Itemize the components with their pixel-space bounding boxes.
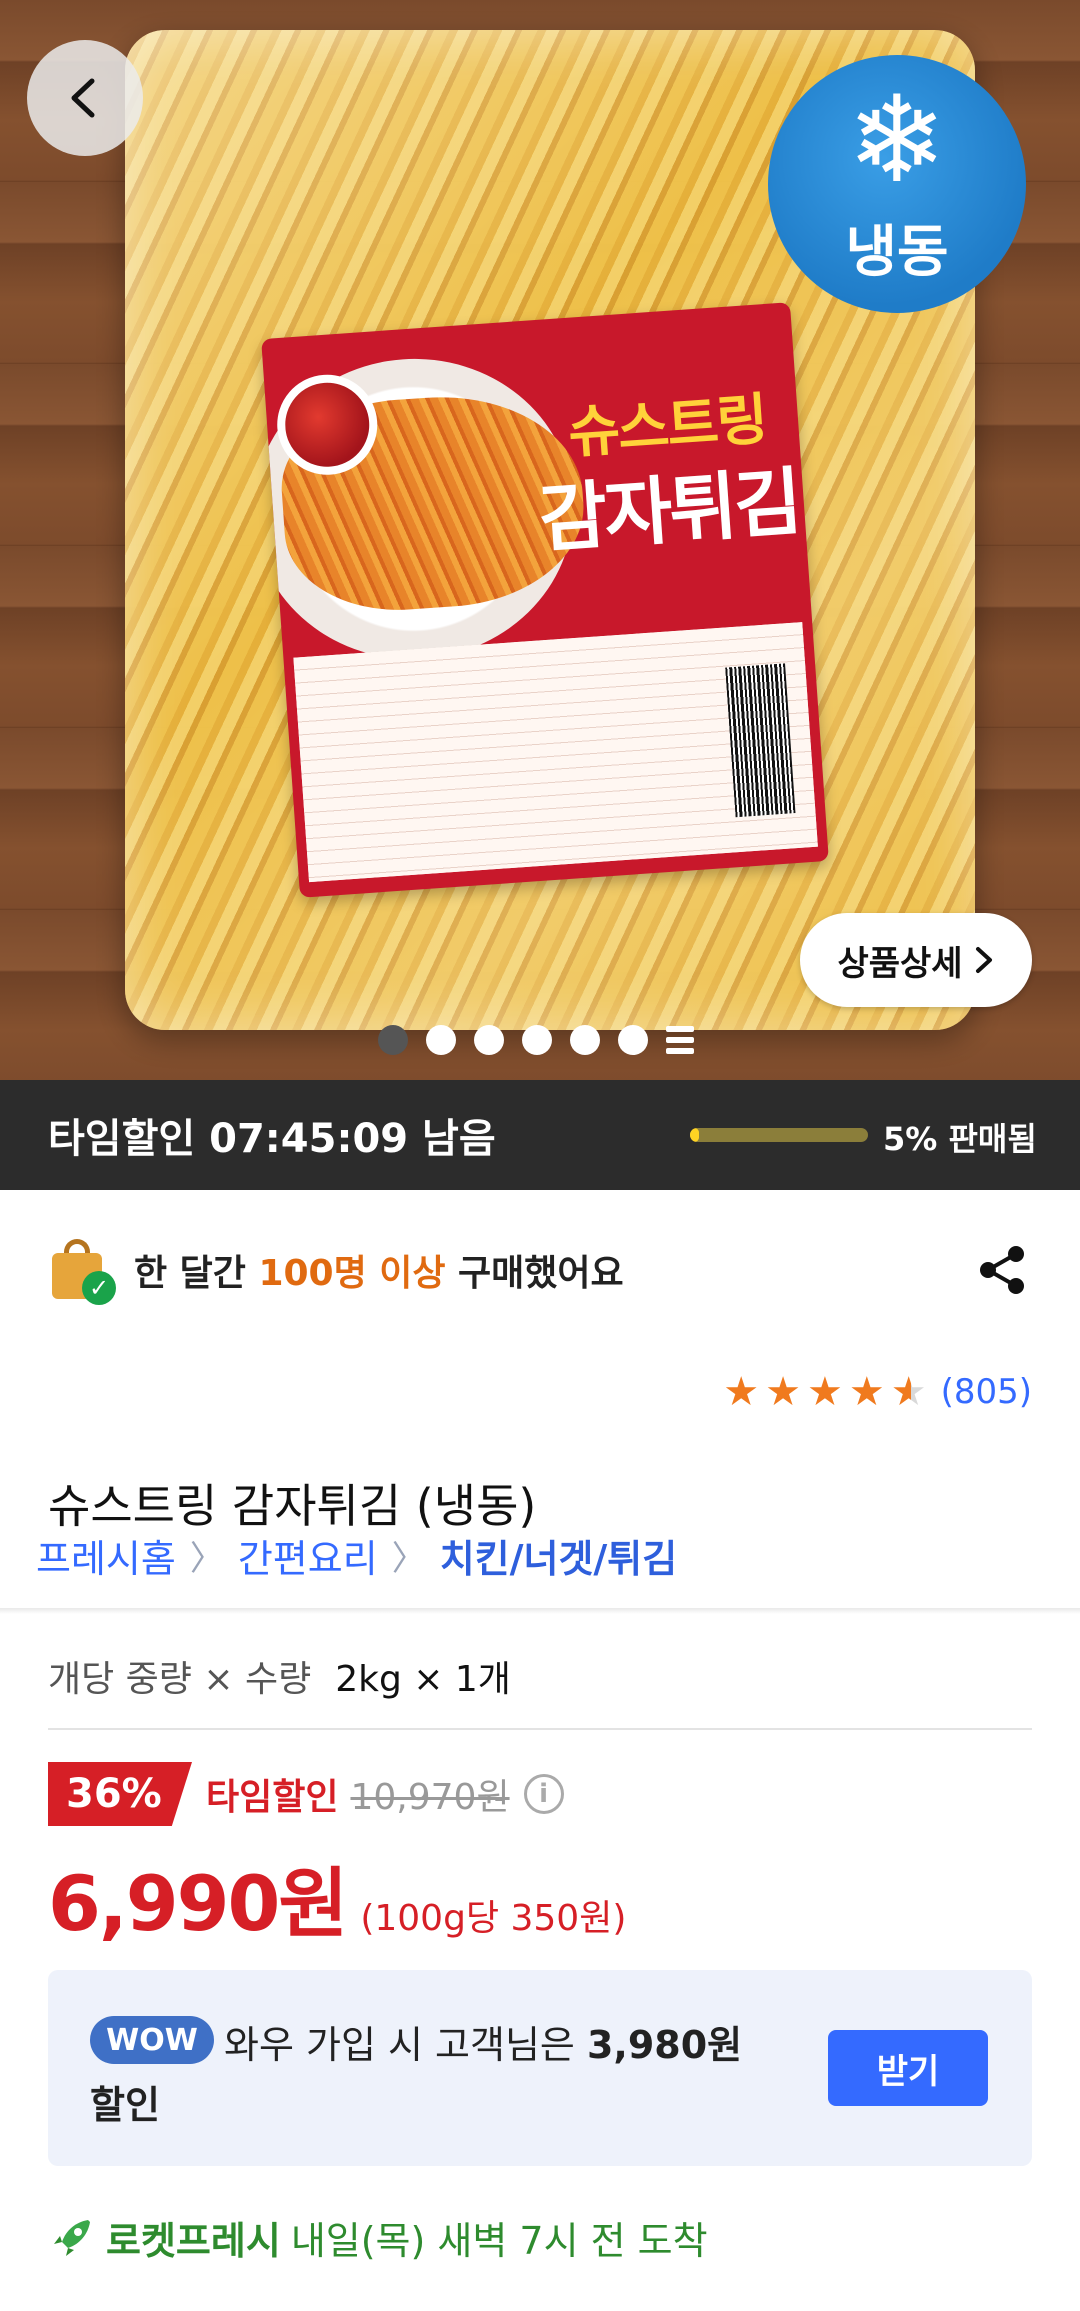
breadcrumb-item[interactable]: 간편요리 — [238, 1528, 378, 1583]
product-label: 슈스트링 감자튀김 — [261, 302, 829, 898]
wow-membership-banner: WOW 와우 가입 시 고객님은 3,980원 할인 받기 — [48, 1970, 1032, 2166]
purchase-count-text: 한 달간 100명 이상 구매했어요 — [134, 1253, 624, 1294]
review-count[interactable]: (805) — [941, 1372, 1032, 1412]
rocket-fresh-label: 로켓프레시 — [106, 2219, 281, 2263]
star-icon: ★ — [848, 1369, 885, 1415]
snowflake-icon: ❄ — [846, 70, 948, 210]
wow-receive-button[interactable]: 받기 — [828, 2030, 988, 2106]
star-icon: ★ — [806, 1369, 843, 1415]
star-icon: ★ — [765, 1369, 801, 1415]
sold-progress-bar — [690, 1128, 868, 1142]
sale-price: 6,990원 — [48, 1859, 348, 1948]
sold-percentage: 5% 판매됨 — [883, 1120, 1037, 1158]
discount-row: 36% 타임할인 10,970원 i — [48, 1762, 564, 1826]
label-title-2: 감자튀김 — [536, 459, 803, 564]
product-detail-button[interactable]: 상품상세 — [800, 913, 1032, 1007]
wow-discount-text: 와우 가입 시 고객님은 3,980원 — [224, 2023, 743, 2067]
option-value: 2kg × 1개 — [335, 1659, 511, 1700]
carousel-dot[interactable] — [474, 1025, 504, 1055]
carousel-dots — [378, 1025, 694, 1055]
half-star-icon: ★ — [890, 1369, 927, 1415]
carousel-dot[interactable] — [522, 1025, 552, 1055]
delivery-info: 로켓프레시 내일(목) 새벽 7시 전 도착 — [48, 2210, 708, 2265]
chevron-right-icon — [975, 947, 992, 973]
time-sale-countdown: 타임할인 07:45:09 남음 — [48, 1116, 496, 1162]
chevron-left-icon — [71, 78, 95, 118]
time-sale-label: 타임할인 — [206, 1777, 339, 1818]
product-image-carousel[interactable]: 슈스트링 감자튀김 ❄ 냉동 상품상세 — [0, 0, 1080, 1080]
carousel-dot[interactable] — [426, 1025, 456, 1055]
breadcrumb: 프레시홈 〉 간편요리 〉 치킨/너겟/튀김 — [36, 1528, 677, 1583]
delivery-eta: 내일(목) 새벽 7시 전 도착 — [290, 2219, 708, 2263]
discount-rate-badge: 36% — [48, 1762, 192, 1826]
product-rating[interactable]: ★ ★ ★ ★ ★ (805) — [723, 1372, 1032, 1412]
option-label: 개당 중량 × 수량 — [48, 1659, 312, 1700]
shopping-bag-icon: ✓ — [48, 1237, 116, 1305]
product-detail-label: 상품상세 — [837, 943, 963, 984]
wow-discount-text-2: 할인 — [90, 2083, 160, 2127]
frozen-badge: ❄ 냉동 — [768, 55, 1026, 313]
rocket-icon — [52, 2219, 90, 2258]
frozen-badge-label: 냉동 — [845, 219, 949, 285]
back-button[interactable] — [27, 40, 143, 156]
original-price: 10,970원 — [350, 1777, 510, 1818]
carousel-more-icon[interactable] — [666, 1026, 694, 1054]
chevron-right-icon: 〉 — [189, 1539, 224, 1579]
time-sale-bar: 타임할인 07:45:09 남음 5% 판매됨 — [0, 1080, 1080, 1190]
breadcrumb-item-current[interactable]: 치킨/너겟/튀김 — [440, 1528, 678, 1583]
carousel-dot[interactable] — [570, 1025, 600, 1055]
carousel-dot[interactable] — [618, 1025, 648, 1055]
carousel-dot[interactable] — [378, 1025, 408, 1055]
chevron-right-icon: 〉 — [391, 1539, 426, 1579]
price-row: 6,990원 (100g당 350원) — [48, 1842, 626, 1952]
info-icon[interactable]: i — [523, 1774, 564, 1814]
option-selector[interactable]: 개당 중량 × 수량 2kg × 1개 — [48, 1650, 511, 1702]
unit-price: (100g당 350원) — [360, 1898, 627, 1939]
breadcrumb-item[interactable]: 프레시홈 — [36, 1528, 176, 1583]
product-title: 슈스트링 감자튀김 (냉동) — [48, 1479, 537, 1533]
share-icon[interactable] — [972, 1240, 1032, 1300]
star-icon: ★ — [723, 1369, 760, 1415]
wow-badge: WOW — [90, 2016, 214, 2064]
purchase-count-banner: ✓ 한 달간 100명 이상 구매했어요 — [48, 1230, 1032, 1310]
divider — [48, 1728, 1032, 1730]
